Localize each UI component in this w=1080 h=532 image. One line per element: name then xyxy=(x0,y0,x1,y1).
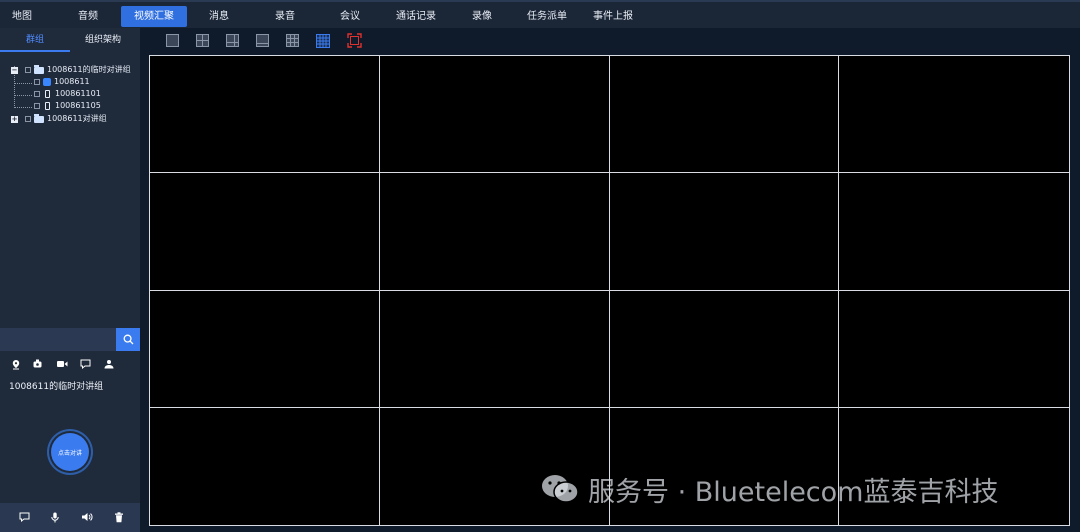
checkbox[interactable] xyxy=(34,103,40,109)
tab-call-records[interactable]: 通话记录 xyxy=(388,6,444,27)
tree-node-label: 100861105 xyxy=(55,101,101,110)
tab-messages[interactable]: 消息 xyxy=(199,6,239,27)
layout-4x4-icon[interactable] xyxy=(316,34,330,48)
checkbox[interactable] xyxy=(25,67,31,73)
search-input[interactable] xyxy=(0,328,116,351)
speaker-icon[interactable] xyxy=(81,511,93,523)
layout-3x3-icon[interactable] xyxy=(286,34,299,47)
top-nav: 地图 音频 视频汇聚 消息 录音 会议 通话记录 录像 任务派单 事件上报 xyxy=(0,0,1080,28)
watermark-text: 服务号 · Bluetelecom蓝泰吉科技 xyxy=(588,476,999,508)
layout-1x1-icon[interactable] xyxy=(166,34,179,47)
selected-group-name: 1008611的临时对讲组 xyxy=(9,382,104,392)
tree-node-member[interactable]: 1008611 xyxy=(34,76,90,88)
monitor-icon[interactable] xyxy=(31,358,43,370)
tab-map[interactable]: 地图 xyxy=(4,6,40,27)
left-panel-tabs: 群组 组织架构 xyxy=(0,28,140,52)
video-cell[interactable] xyxy=(609,290,840,408)
left-panel: 群组 组织架构 − 1008611的临时对讲组 1008611 10086110… xyxy=(0,28,140,532)
video-cell[interactable] xyxy=(150,290,380,408)
tree-node-label: 100861101 xyxy=(55,89,101,98)
expand-icon[interactable]: + xyxy=(11,115,18,123)
fullscreen-icon[interactable] xyxy=(347,33,362,48)
video-cell[interactable] xyxy=(150,407,380,525)
tab-meetings[interactable]: 会议 xyxy=(330,6,370,27)
location-icon[interactable] xyxy=(10,358,22,370)
video-cell[interactable] xyxy=(839,173,1069,291)
video-cell[interactable] xyxy=(150,56,380,174)
video-wall-grid xyxy=(149,55,1070,526)
folder-icon xyxy=(34,64,44,74)
checkbox[interactable] xyxy=(25,116,31,122)
tree-node-member[interactable]: 100861101 xyxy=(34,88,101,100)
push-to-talk-button[interactable]: 点击对讲 xyxy=(51,433,89,471)
checkbox[interactable] xyxy=(34,79,40,85)
action-icon-row xyxy=(0,354,140,374)
chat-icon[interactable] xyxy=(18,511,30,523)
watermark: 服务号 · Bluetelecom蓝泰吉科技 xyxy=(540,472,999,508)
tab-recordings[interactable]: 录音 xyxy=(265,6,305,27)
tree-node-group[interactable]: + 1008611对讲组 xyxy=(11,113,107,125)
search-button[interactable] xyxy=(116,328,140,351)
member-search xyxy=(0,328,140,351)
tree-node-member[interactable]: 100861105 xyxy=(34,100,101,112)
video-cell[interactable] xyxy=(379,173,610,291)
push-to-talk-label: 点击对讲 xyxy=(57,449,82,457)
tab-org-structure[interactable]: 组织架构 xyxy=(70,28,136,52)
tree-node-label: 1008611的临时对讲组 xyxy=(47,65,131,74)
video-cell[interactable] xyxy=(379,56,610,174)
message-icon[interactable] xyxy=(79,358,91,370)
video-cell[interactable] xyxy=(150,173,380,291)
tree-node-label: 1008611对讲组 xyxy=(47,114,107,123)
layout-1plus5-icon[interactable] xyxy=(226,34,239,47)
dispatcher-icon xyxy=(43,78,51,86)
tab-task-dispatch[interactable]: 任务派单 xyxy=(519,6,575,27)
collapse-icon[interactable]: − xyxy=(11,66,18,74)
tab-video-aggregation[interactable]: 视频汇聚 xyxy=(121,6,187,27)
video-cell[interactable] xyxy=(609,173,840,291)
tab-event-report[interactable]: 事件上报 xyxy=(585,6,641,27)
tab-groups[interactable]: 群组 xyxy=(0,28,70,52)
tab-audio[interactable]: 音频 xyxy=(69,6,107,27)
video-cell[interactable] xyxy=(380,407,610,525)
video-cell[interactable] xyxy=(379,290,610,408)
user-icon[interactable] xyxy=(103,358,115,370)
tree-line xyxy=(14,95,32,96)
tree-line xyxy=(14,83,32,84)
tree-node-temp-group[interactable]: − 1008611的临时对讲组 xyxy=(11,64,131,76)
video-cell[interactable] xyxy=(839,291,1069,408)
video-cell[interactable] xyxy=(609,56,840,174)
trash-icon[interactable] xyxy=(113,511,125,523)
microphone-icon[interactable] xyxy=(49,511,61,523)
layout-2x2-icon[interactable] xyxy=(196,34,209,47)
tab-videos[interactable]: 录像 xyxy=(462,6,502,27)
bottom-toolbar xyxy=(0,503,140,532)
wechat-icon xyxy=(542,475,579,503)
video-call-icon[interactable] xyxy=(56,358,68,370)
tree-node-label: 1008611 xyxy=(54,77,90,86)
layout-1plus7-icon[interactable] xyxy=(256,34,269,47)
checkbox[interactable] xyxy=(34,91,40,97)
handset-icon xyxy=(45,90,50,98)
handset-icon xyxy=(45,102,50,110)
search-icon xyxy=(123,334,133,345)
video-cell[interactable] xyxy=(839,56,1069,174)
folder-icon xyxy=(34,113,44,123)
tree-line xyxy=(14,107,32,108)
